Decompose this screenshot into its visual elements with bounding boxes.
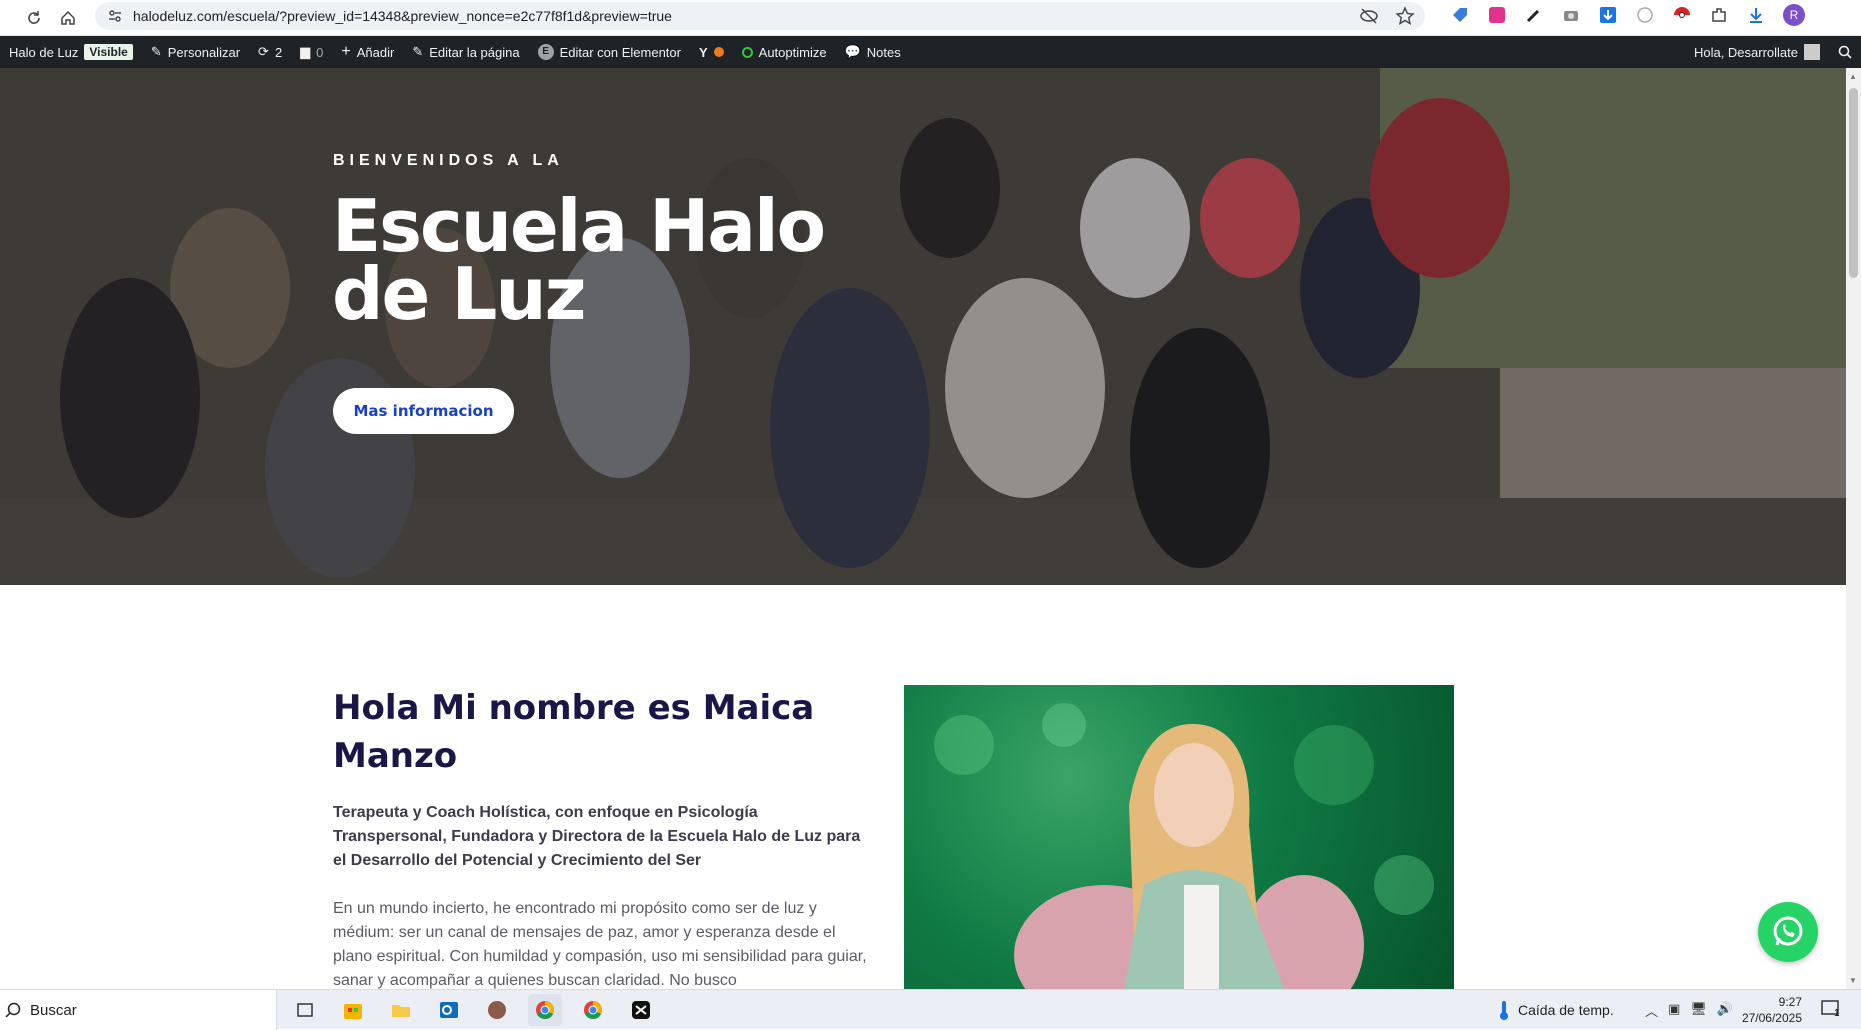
chevron-up-icon[interactable]: ︿ — [1645, 1001, 1658, 1020]
reload-icon[interactable] — [22, 6, 46, 30]
portrait-illustration — [934, 703, 1434, 989]
meet-icon[interactable]: ▣ — [1668, 1001, 1680, 1020]
taskbar-clock[interactable]: 9:27 27/06/2025 — [1740, 994, 1802, 1026]
seo-status-dot-icon — [713, 47, 724, 57]
visible-badge: Visible — [84, 44, 133, 60]
hero-overlay — [0, 68, 1846, 585]
eyedropper-extension-icon[interactable] — [1524, 5, 1544, 25]
notes-label: Notes — [866, 44, 901, 60]
home-icon[interactable] — [56, 6, 80, 30]
file-explorer-icon[interactable] — [384, 994, 418, 1026]
download-extension-icon[interactable] — [1598, 5, 1618, 25]
autoptimize-link[interactable]: Autoptimize — [733, 36, 836, 68]
thermometer-icon — [1500, 1001, 1508, 1020]
edit-elementor-label: Editar con Elementor — [559, 44, 681, 60]
system-tray: ︿ ▣ 🖥 🔊 — [1645, 1001, 1733, 1020]
edit-page-label: Editar la página — [429, 44, 520, 60]
customize-link[interactable]: ✎ Personalizar — [142, 36, 249, 68]
weather-widget[interactable]: Caída de temp. — [1496, 999, 1614, 1021]
hero-kicker: BIENVENIDOS A LA — [333, 152, 564, 169]
taskbar-search[interactable]: Buscar — [0, 990, 277, 1030]
add-new-label: Añadir — [356, 44, 395, 60]
site-info-icon[interactable] — [107, 8, 123, 29]
eye-off-icon[interactable] — [1359, 6, 1379, 31]
page-scrollbar[interactable]: ▲ ▼ — [1846, 68, 1861, 989]
updates-icon: ⟳ — [258, 44, 269, 59]
about-body: En un mundo incierto, he encontrado mi p… — [333, 900, 867, 989]
notification-count: 1 — [1834, 1008, 1840, 1019]
camera-extension-icon[interactable] — [1561, 5, 1581, 25]
whatsapp-icon — [1773, 916, 1803, 946]
volume-icon[interactable]: 🔊 — [1717, 1001, 1733, 1020]
add-new-link[interactable]: + Añadir — [332, 36, 403, 68]
store-icon[interactable] — [336, 994, 370, 1026]
yoast-icon: Y — [698, 44, 708, 60]
updates-count: 2 — [274, 44, 283, 60]
autoptimize-status-icon — [741, 46, 753, 58]
wp-admin-bar: Halo de Luz Visible ✎ Personalizar ⟳ 2 ▆… — [0, 36, 1861, 68]
chrome-profile-icon[interactable] — [528, 994, 562, 1026]
comments-count: 0 — [316, 44, 324, 60]
plus-icon: + — [341, 43, 351, 60]
site-name-label: Halo de Luz — [9, 44, 79, 60]
brush-icon: ✎ — [150, 44, 162, 59]
chrome-icon[interactable] — [576, 994, 610, 1026]
yoast-link[interactable]: Y — [690, 36, 733, 68]
hero-title: Escuela Halo de Luz — [332, 184, 826, 336]
tag-extension-icon[interactable] — [1450, 5, 1470, 25]
whatsapp-chat-button[interactable] — [1758, 902, 1818, 962]
elementor-icon: E — [537, 44, 554, 60]
taskbar-search-placeholder: Buscar — [30, 1001, 77, 1019]
notifications-icon[interactable]: 1 — [1820, 998, 1842, 1025]
updates-link[interactable]: ⟳ 2 — [249, 36, 291, 68]
maica-portrait-photo — [904, 685, 1454, 989]
scroll-down-icon[interactable]: ▼ — [1849, 976, 1857, 985]
search-icon — [5, 1002, 21, 1018]
notes-link[interactable]: 💬 Notes — [836, 36, 910, 68]
task-view-icon[interactable] — [288, 994, 322, 1026]
scroll-thumb[interactable] — [1849, 88, 1858, 278]
edit-elementor-link[interactable]: E Editar con Elementor — [529, 36, 690, 68]
capcut-icon[interactable] — [624, 994, 658, 1026]
scroll-up-icon[interactable]: ▲ — [1849, 72, 1857, 81]
weather-label: Caída de temp. — [1518, 1002, 1614, 1018]
greeting-label: Hola, Desarrollate — [1693, 44, 1798, 60]
network-icon[interactable]: 🖥 — [1690, 1001, 1707, 1020]
comment-icon: ▆ — [300, 44, 311, 59]
customize-label: Personalizar — [167, 44, 241, 60]
about-title: Hola Mi nombre es Maica Manzo — [333, 688, 815, 776]
outlook-icon[interactable] — [432, 994, 466, 1026]
downloads-icon[interactable] — [1746, 5, 1766, 25]
pokeball-extension-icon[interactable] — [1672, 5, 1692, 25]
pencil-icon: ✎ — [412, 44, 424, 59]
browser-toolbar: halodeluz.com/escuela/?preview_id=14348&… — [0, 0, 1861, 36]
address-bar[interactable]: halodeluz.com/escuela/?preview_id=14348&… — [95, 2, 1425, 30]
autoptimize-label: Autoptimize — [758, 44, 827, 60]
notes-icon: 💬 — [844, 44, 861, 59]
clock-date: 27/06/2025 — [1741, 1011, 1802, 1025]
edit-page-link[interactable]: ✎ Editar la página — [403, 36, 528, 68]
hero-section: BIENVENIDOS A LA Escuela Halo de Luz Mas… — [0, 68, 1846, 585]
windows-taskbar: Buscar Caída de temp. ︿ ▣ 🖥 🔊 9:27 27/06… — [0, 989, 1861, 1030]
app-avatar-icon[interactable] — [480, 994, 514, 1026]
bookmark-star-icon[interactable] — [1395, 6, 1415, 31]
site-name-link[interactable]: Halo de Luz Visible — [0, 36, 142, 68]
url-text[interactable]: halodeluz.com/escuela/?preview_id=14348&… — [133, 8, 672, 24]
more-info-button[interactable]: Mas informacion — [333, 388, 514, 434]
comments-link[interactable]: ▆ 0 — [291, 36, 332, 68]
admin-search-icon[interactable] — [1829, 36, 1861, 68]
about-subtitle: Terapeuta y Coach Holística, con enfoque… — [333, 804, 861, 869]
account-link[interactable]: Hola, Desarrollate — [1685, 36, 1829, 68]
profile-avatar[interactable]: R — [1783, 4, 1805, 26]
compass-extension-icon[interactable] — [1635, 5, 1655, 25]
gradient-extension-icon[interactable] — [1487, 5, 1507, 25]
clock-time: 9:27 — [1778, 995, 1802, 1009]
puzzle-extensions-icon[interactable] — [1709, 5, 1729, 25]
user-avatar — [1804, 44, 1820, 60]
